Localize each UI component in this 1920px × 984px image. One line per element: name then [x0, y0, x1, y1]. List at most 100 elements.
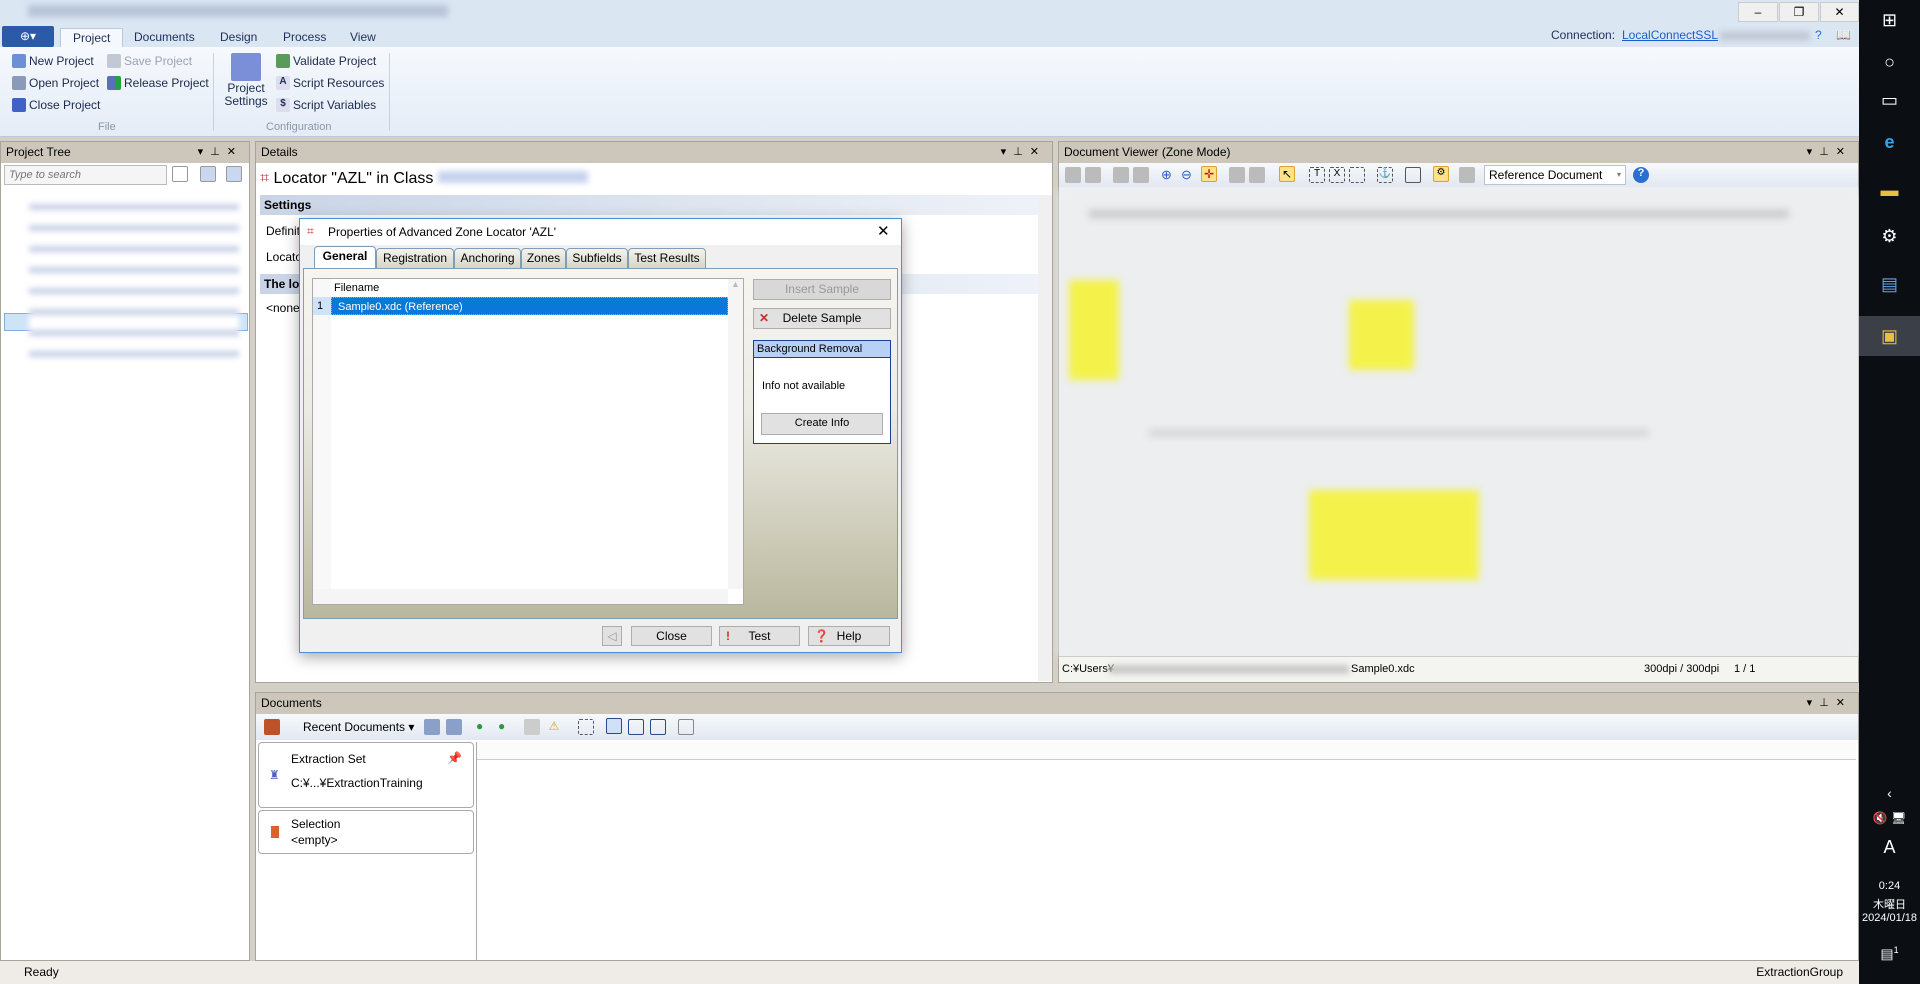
delete-zone-icon[interactable]: X [1329, 167, 1345, 183]
recent-documents-dropdown[interactable]: Recent Documents ▾ [303, 720, 414, 734]
save-icon[interactable] [446, 719, 462, 735]
anchor-settings-icon[interactable]: ⚙ [1433, 166, 1449, 182]
selection-card[interactable]: Selection <empty> [258, 810, 474, 854]
panel-controls[interactable]: ▾⊥✕ [1807, 142, 1852, 163]
help-icon[interactable]: ? [1815, 28, 1822, 42]
clock-date[interactable]: 2024/01/18 [1859, 912, 1920, 924]
paste-icon[interactable] [1249, 167, 1265, 183]
panel-controls[interactable]: ▾⊥✕ [198, 142, 243, 163]
clock-day[interactable]: 木曜日 [1859, 896, 1920, 912]
restore-button[interactable]: ❐ [1779, 2, 1819, 22]
file-explorer-icon[interactable]: ▬ [1859, 180, 1920, 201]
sample-list[interactable]: Filename 1 Sample0.xdc (Reference) ▲ [312, 278, 744, 605]
delete-icon[interactable] [264, 719, 280, 735]
internet-explorer-icon[interactable]: e [1859, 132, 1920, 153]
pin-icon[interactable]: 📌 [447, 751, 462, 765]
expand-tree-icon[interactable] [200, 166, 216, 182]
server-manager-icon[interactable]: ▤ [1859, 274, 1920, 295]
text-zone-icon[interactable]: T [1309, 167, 1325, 183]
tab-documents[interactable]: Documents [122, 28, 207, 47]
delete-sample-button[interactable]: ✕ Delete Sample [753, 308, 891, 329]
zoom-in-icon[interactable]: ⊕ [1161, 167, 1177, 183]
tab-test-results[interactable]: Test Results [628, 248, 706, 268]
windows-start-icon[interactable]: ⊞ [1859, 10, 1920, 31]
minimize-button[interactable]: – [1738, 2, 1778, 22]
extraction-set-card[interactable]: ♜ Extraction Set C:¥...¥ExtractionTraini… [258, 742, 474, 808]
script-variables-button[interactable]: $ Script Variables [276, 98, 376, 112]
document-image-blurred[interactable] [1059, 190, 1858, 656]
details-view-icon[interactable] [678, 719, 694, 735]
validate-project-button[interactable]: Validate Project [276, 54, 376, 68]
save-all-icon[interactable] [424, 719, 440, 735]
chevron-left-icon[interactable]: ‹ [1859, 785, 1920, 801]
test-button[interactable]: ! Test [719, 626, 800, 646]
sample-row-selected[interactable]: Sample0.xdc (Reference) [331, 297, 728, 315]
tab-project[interactable]: Project [60, 28, 124, 47]
collapse-button[interactable]: ◁ [602, 626, 622, 646]
open-project-button[interactable]: Open Project [12, 76, 99, 90]
prev-doc-icon[interactable] [1113, 167, 1129, 183]
active-app-icon[interactable]: ▣ [1859, 316, 1920, 356]
collapse-tree-icon[interactable] [226, 166, 242, 182]
clock-time[interactable]: 0:24 [1859, 880, 1920, 892]
project-settings-button[interactable]: Project Settings [224, 53, 268, 108]
app-menu-button[interactable]: ⊕▾ [2, 26, 54, 47]
vertical-scrollbar[interactable]: ▲ [728, 279, 743, 589]
book-icon[interactable]: 📖 [1836, 28, 1851, 42]
column-header-filename[interactable]: Filename [334, 282, 379, 294]
tab-zones[interactable]: Zones [521, 248, 566, 268]
settings-icon[interactable]: ⚙ [1859, 226, 1920, 247]
next-page-icon[interactable] [1085, 167, 1101, 183]
zoom-out-icon[interactable]: ⊖ [1181, 167, 1197, 183]
tab-view[interactable]: View [338, 28, 388, 47]
task-view-icon[interactable]: ▭ [1859, 90, 1920, 111]
close-window-button[interactable]: ✕ [1820, 2, 1859, 22]
notification-icon[interactable]: ▤1 [1859, 945, 1920, 963]
connection-link[interactable]: LocalConnectSSL [1622, 28, 1718, 42]
close-project-button[interactable]: Close Project [12, 98, 100, 112]
search-icon[interactable] [172, 166, 188, 182]
release-project-button[interactable]: Release Project [107, 76, 209, 90]
tree-items-blurred[interactable] [29, 198, 239, 368]
list-view-icon[interactable] [606, 718, 622, 734]
next-doc-icon[interactable] [1133, 167, 1149, 183]
close-button[interactable]: Close [631, 626, 712, 646]
details-scrollbar[interactable] [1038, 195, 1052, 681]
add-folder-icon[interactable]: ● [498, 719, 514, 735]
copy-icon[interactable] [1229, 167, 1245, 183]
help-button[interactable]: ❓ Help [808, 626, 890, 646]
warning-icon[interactable]: ⚠ [546, 719, 562, 735]
pointer-icon[interactable]: ↖ [1279, 166, 1295, 182]
edit-icon[interactable] [524, 719, 540, 735]
anchor-zone-icon[interactable]: ⚓ [1377, 167, 1393, 183]
document-mode-dropdown[interactable]: Reference Document ▾ [1484, 165, 1626, 185]
horizontal-scrollbar[interactable] [313, 589, 728, 604]
close-icon[interactable]: ✕ [877, 222, 890, 240]
script-resources-button[interactable]: A Script Resources [276, 76, 384, 90]
tab-anchoring[interactable]: Anchoring [454, 248, 521, 268]
tab-general[interactable]: General [314, 246, 376, 268]
tab-subfields[interactable]: Subfields [566, 248, 628, 268]
first-page-icon[interactable] [1065, 167, 1081, 183]
thumbnail-icon[interactable] [578, 719, 594, 735]
help-icon[interactable]: ? [1633, 167, 1649, 183]
add-document-icon[interactable]: ● [476, 719, 492, 735]
fit-page-icon[interactable]: ✛ [1201, 166, 1217, 182]
ime-indicator[interactable]: A [1859, 837, 1920, 858]
ocr-icon[interactable] [1405, 167, 1421, 183]
tree-search-input[interactable] [4, 165, 167, 185]
volume-network-icons[interactable]: 🔇 🖥 [1859, 811, 1920, 825]
tab-design[interactable]: Design [208, 28, 269, 47]
insert-sample-button[interactable]: Insert Sample [753, 279, 891, 300]
grid-zone-icon[interactable] [1349, 167, 1365, 183]
document-icon[interactable] [1459, 167, 1475, 183]
new-project-button[interactable]: New Project [12, 54, 94, 68]
save-project-button[interactable]: Save Project [107, 54, 192, 68]
panel-controls[interactable]: ▾⊥✕ [1807, 693, 1852, 714]
tab-registration[interactable]: Registration [376, 248, 454, 268]
create-info-button[interactable]: Create Info [761, 413, 883, 435]
tile-view-icon[interactable] [650, 719, 666, 735]
tree-view-icon[interactable] [628, 719, 644, 735]
document-list[interactable] [476, 742, 1856, 960]
search-icon[interactable]: ○ [1859, 52, 1920, 73]
